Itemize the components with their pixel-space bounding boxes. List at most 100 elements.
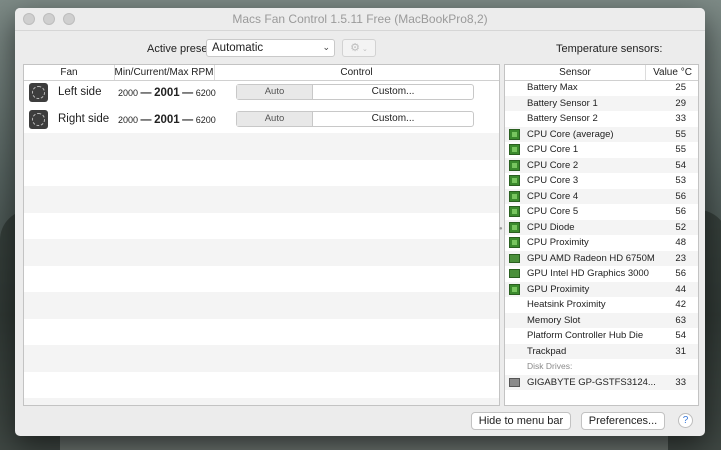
sensor-value: 33 xyxy=(675,376,686,388)
gear-menu-button[interactable]: ⚙ ⌄ xyxy=(342,39,376,57)
cpu-chip-icon xyxy=(509,237,520,248)
sensor-name: Heatsink Proximity xyxy=(527,299,606,310)
custom-button[interactable]: Custom... xyxy=(313,85,473,99)
sensor-name: CPU Core 1 xyxy=(527,144,579,155)
column-header-control[interactable]: Control xyxy=(214,67,499,78)
sensor-row[interactable]: CPU Diode 52 xyxy=(505,219,698,235)
sensor-row[interactable]: Trackpad 31 xyxy=(505,343,698,359)
sensor-row-disk[interactable]: GIGABYTE GP-GSTFS3124... 33 xyxy=(505,374,698,390)
cpu-chip-icon xyxy=(509,283,520,295)
sensor-row[interactable]: Battery Sensor 1 29 xyxy=(505,95,698,111)
sensor-value: 44 xyxy=(675,283,686,295)
sensor-table: Sensor Value °C Battery Max 25 Battery Sen… xyxy=(504,64,699,406)
sensor-name: Trackpad xyxy=(527,345,567,357)
fan-name: Right side xyxy=(58,112,110,125)
sensor-value: 55 xyxy=(675,128,686,140)
temperature-sensors-label: Temperature sensors: xyxy=(556,43,663,55)
sensor-row[interactable]: Battery Sensor 2 33 xyxy=(505,111,698,127)
active-preset-select[interactable]: Automatic ⌄ xyxy=(206,39,335,57)
gpu-card-icon xyxy=(509,269,520,278)
sensor-value: 55 xyxy=(675,144,686,155)
sensor-row[interactable]: Battery Max 25 xyxy=(505,80,698,96)
sensor-name: Memory Slot xyxy=(527,314,581,326)
sensor-value: 56 xyxy=(675,190,686,202)
sensor-value: 48 xyxy=(675,237,686,248)
sensor-table-header: Sensor Value °C xyxy=(505,65,698,81)
help-button[interactable]: ? xyxy=(678,413,693,428)
fan-control-segmented: Auto Custom... xyxy=(236,84,474,100)
sensor-value: 54 xyxy=(675,159,686,171)
fan-icon xyxy=(29,109,48,129)
sensor-row[interactable]: GPU AMD Radeon HD 6750M 23 xyxy=(505,250,698,266)
fan-row: Right side 2000 — 2001 — 6200 Auto Custo… xyxy=(24,107,499,133)
cpu-chip-icon xyxy=(509,221,520,233)
sensor-row[interactable]: Platform Controller Hub Die 54 xyxy=(505,328,698,344)
sensor-row[interactable]: Memory Slot 63 xyxy=(505,312,698,328)
sensor-name: CPU Core 4 xyxy=(527,190,579,202)
app-window: Macs Fan Control 1.5.11 Free (MacBookPro… xyxy=(15,8,705,436)
column-header-value[interactable]: Value °C xyxy=(645,67,698,78)
gear-icon: ⚙ xyxy=(350,42,361,54)
sensor-value: 23 xyxy=(675,252,686,264)
sensor-name: CPU Proximity xyxy=(527,237,589,248)
disk-drives-subheader: Disk Drives: xyxy=(527,361,573,371)
chevron-down-icon: ⌄ xyxy=(322,42,330,52)
auto-button[interactable]: Auto xyxy=(237,85,313,99)
fan-control-segmented: Auto Custom... xyxy=(236,110,474,127)
sensor-name: CPU Core 2 xyxy=(527,159,579,171)
sensor-name: CPU Core (average) xyxy=(527,128,614,140)
hide-to-menu-bar-button[interactable]: Hide to menu bar xyxy=(471,412,571,430)
sensor-row[interactable]: CPU Proximity 48 xyxy=(505,235,698,251)
column-header-rpm[interactable]: Min/Current/Max RPM xyxy=(114,67,214,78)
sensor-value: 29 xyxy=(675,97,686,109)
fan-rows: Left side 2000 — 2001 — 6200 Auto Custom… xyxy=(24,80,499,405)
fan-table-header: Fan Min/Current/Max RPM Control xyxy=(24,65,499,81)
window-title: Macs Fan Control 1.5.11 Free (MacBookPro… xyxy=(232,12,488,26)
sensor-value: 56 xyxy=(675,206,686,217)
sensor-value: 25 xyxy=(675,82,686,93)
column-header-fan[interactable]: Fan xyxy=(24,67,114,78)
cpu-chip-icon xyxy=(509,175,520,186)
sensor-name: GIGABYTE GP-GSTFS3124... xyxy=(527,376,656,388)
title-bar: Macs Fan Control 1.5.11 Free (MacBookPro… xyxy=(15,8,705,31)
column-header-sensor[interactable]: Sensor xyxy=(505,67,645,78)
sensor-name: GPU AMD Radeon HD 6750M xyxy=(527,252,655,264)
sensor-name: Battery Max xyxy=(527,82,578,93)
auto-button[interactable]: Auto xyxy=(237,111,313,126)
sensor-row[interactable]: GPU Proximity 44 xyxy=(505,281,698,297)
cpu-chip-icon xyxy=(509,190,520,202)
sensor-value: 56 xyxy=(675,268,686,279)
preferences-button[interactable]: Preferences... xyxy=(581,412,665,430)
cpu-chip-icon xyxy=(509,159,520,171)
sensor-row[interactable]: Heatsink Proximity 42 xyxy=(505,297,698,313)
sensor-row[interactable]: CPU Core 5 56 xyxy=(505,204,698,220)
sensor-row[interactable]: CPU Core 2 54 xyxy=(505,157,698,173)
sensor-row[interactable]: GPU Intel HD Graphics 3000 56 xyxy=(505,266,698,282)
sensor-row[interactable]: CPU Core 3 53 xyxy=(505,173,698,189)
chevron-down-icon: ⌄ xyxy=(360,46,368,53)
cpu-chip-icon xyxy=(509,128,520,140)
sensor-row[interactable]: CPU Core 1 55 xyxy=(505,142,698,158)
sensor-name: Battery Sensor 1 xyxy=(527,97,598,109)
sensor-name: CPU Diode xyxy=(527,221,575,233)
disk-drive-icon xyxy=(509,377,520,387)
custom-button[interactable]: Custom... xyxy=(313,112,473,126)
sensor-value: 33 xyxy=(675,113,686,124)
fan-table: Fan Min/Current/Max RPM Control Left sid… xyxy=(23,64,500,406)
sensor-name: Platform Controller Hub Die xyxy=(527,330,644,341)
sensor-value: 52 xyxy=(675,221,686,233)
sensor-name: Battery Sensor 2 xyxy=(527,113,598,124)
sensor-value: 31 xyxy=(675,345,686,357)
fan-name: Left side xyxy=(58,86,102,98)
sensor-name: GPU Proximity xyxy=(527,283,590,295)
gpu-card-icon xyxy=(509,253,520,263)
cpu-chip-icon xyxy=(509,206,520,217)
active-preset-label: Active preset: xyxy=(147,43,214,55)
sensor-row[interactable]: CPU Core (average) 55 xyxy=(505,126,698,142)
sensor-row[interactable]: CPU Core 4 56 xyxy=(505,188,698,204)
sensor-value: 54 xyxy=(675,330,686,341)
fan-icon xyxy=(29,83,48,102)
preset-value: Automatic xyxy=(212,42,264,54)
sensor-value: 42 xyxy=(675,299,686,310)
sensor-value: 63 xyxy=(675,314,686,326)
